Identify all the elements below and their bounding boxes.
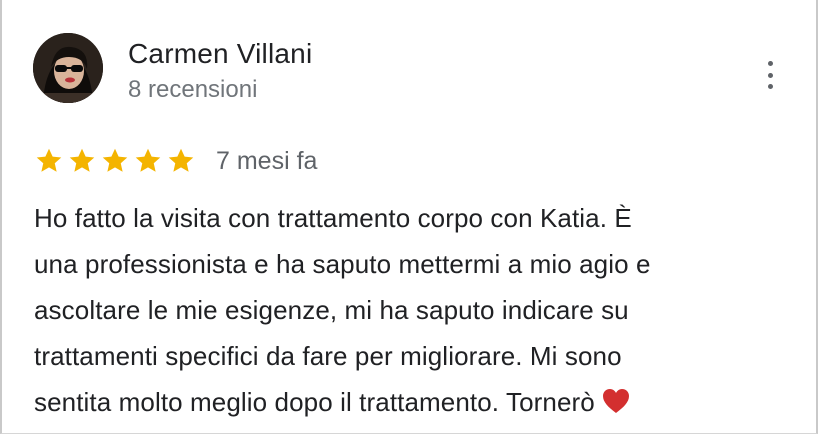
author-name[interactable]: Carmen Villani [128, 38, 312, 70]
avatar[interactable] [33, 33, 103, 103]
more-options-button[interactable] [758, 58, 782, 92]
review-card: Carmen Villani 8 recensioni 7 mesi fa Ho… [0, 0, 818, 434]
heart-emoji-icon [601, 383, 631, 429]
star-icon [36, 148, 62, 172]
star-icon [102, 148, 128, 172]
rating-row: 7 mesi fa [34, 146, 317, 176]
star-icon [135, 148, 161, 172]
more-vert-icon [767, 61, 773, 66]
review-text: Ho fatto la visita con trattamento corpo… [34, 195, 794, 429]
review-body: Ho fatto la visita con trattamento corpo… [34, 203, 651, 417]
star-icon [168, 148, 194, 172]
review-date: 7 mesi fa [216, 146, 318, 175]
star-icon [69, 148, 95, 172]
avatar-photo [33, 33, 103, 103]
review-count[interactable]: 8 recensioni [128, 76, 257, 104]
star-rating [34, 146, 196, 176]
